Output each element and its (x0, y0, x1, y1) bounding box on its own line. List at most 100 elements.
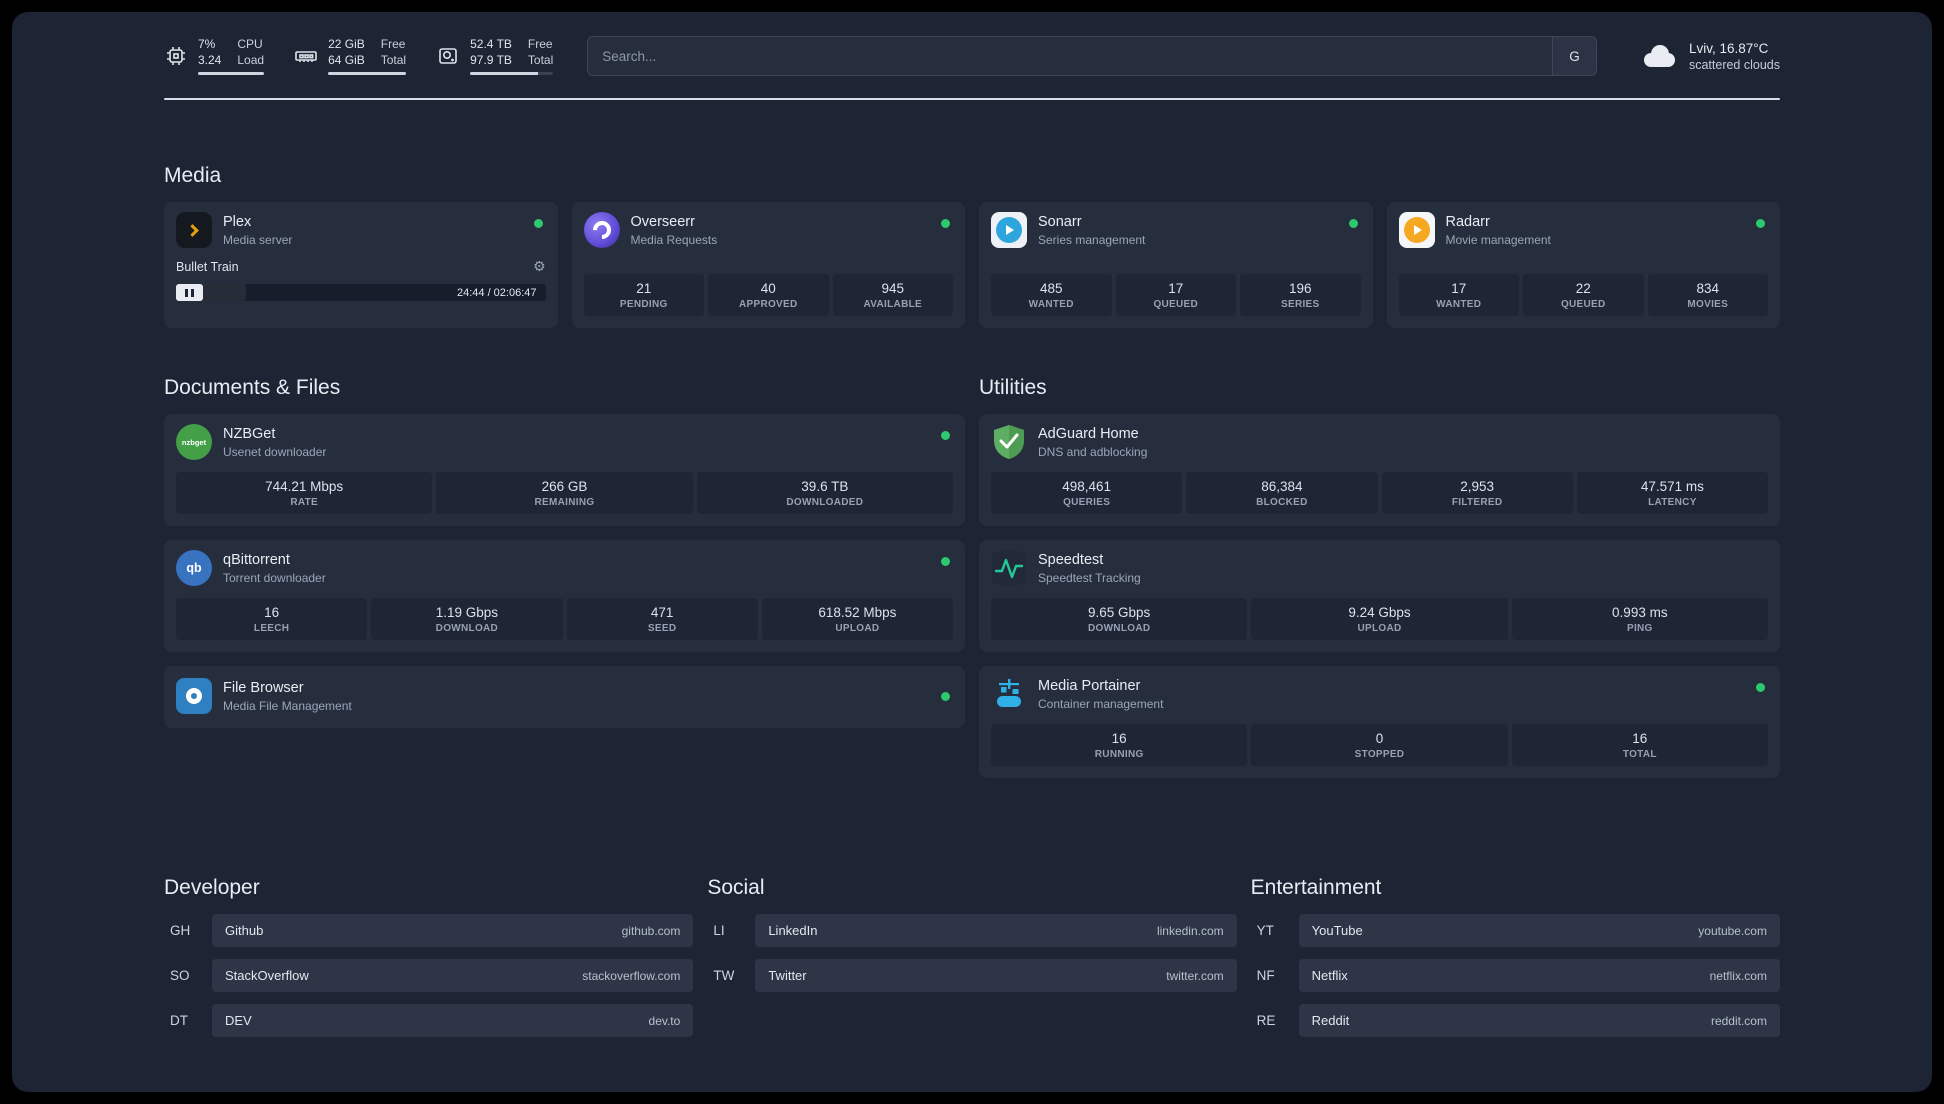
bookmark-url: stackoverflow.com (582, 968, 681, 983)
sonarr-icon (991, 212, 1027, 248)
weather-widget: Lviv, 16.87°C scattered clouds (1639, 40, 1780, 72)
filebrowser-icon (176, 678, 212, 714)
bookmark-abbr: GH (170, 923, 191, 938)
memory-usage-bar (328, 72, 407, 76)
stat-wanted: 17 WANTED (1398, 274, 1519, 316)
bookmark-url: youtube.com (1698, 923, 1767, 938)
bookmark-twitter[interactable]: TW Twitter twitter.com (707, 959, 1237, 992)
service-name: Overseerr (630, 213, 695, 230)
bookmark-url: dev.to (648, 1013, 681, 1028)
stat-leech: 16 LEECH (176, 598, 368, 640)
status-dot (1756, 683, 1765, 692)
stat-wanted: 485 WANTED (991, 274, 1112, 316)
service-name: qBittorrent (223, 551, 290, 568)
service-name: AdGuard Home (1038, 425, 1139, 442)
bookmark-url: netflix.com (1709, 968, 1767, 983)
bookmark-linkedin[interactable]: LI LinkedIn linkedin.com (707, 914, 1237, 947)
cpu-usage-bar (198, 72, 265, 76)
stat-queries: 498,461 QUERIES (991, 472, 1183, 514)
search-bar: G (587, 36, 1597, 76)
stat-download: 9.65 Gbps DOWNLOAD (991, 598, 1248, 640)
service-card-speedtest[interactable]: Speedtest Speedtest Tracking 9.65 Gbps D… (979, 540, 1780, 652)
pause-button[interactable] (176, 284, 203, 301)
bookmark-name: Twitter (768, 968, 807, 983)
adguard-shield-icon (991, 424, 1027, 460)
cpu-load-label: Load (237, 52, 265, 67)
stat-movies: 834 MOVIES (1647, 274, 1768, 316)
service-card-filebrowser[interactable]: File Browser Media File Management (164, 666, 965, 728)
disk-total-label: Total (527, 52, 554, 67)
bookmark-group-entertainment: Entertainment YT YouTube youtube.com NF … (1251, 876, 1780, 1049)
playback-progress-bar[interactable]: 24:44 / 02:06:47 (176, 284, 546, 301)
bookmark-abbr: YT (1256, 923, 1274, 938)
service-desc: Container management (1038, 696, 1164, 711)
bookmark-reddit[interactable]: RE Reddit reddit.com (1251, 1004, 1780, 1037)
status-dot (941, 431, 950, 440)
disk-free-value: 52.4 TB (470, 36, 512, 51)
bookmark-group-developer: Developer GH Github github.com SO StackO… (164, 876, 694, 1049)
memory-free-label: Free (380, 36, 406, 51)
header-divider (164, 98, 1780, 100)
section-documents-files: Documents & Files nzbget NZBGet Usenet d… (164, 376, 965, 792)
bookmark-youtube[interactable]: YT YouTube youtube.com (1251, 914, 1780, 947)
service-card-nzbget[interactable]: nzbget NZBGet Usenet downloader 744.21 M… (164, 414, 965, 526)
memory-ram-icon (295, 51, 317, 62)
service-desc: DNS and adblocking (1038, 444, 1148, 459)
weather-location: Lviv, 16.87°C (1688, 40, 1769, 56)
stat-seed: 471 SEED (566, 598, 758, 640)
stat-latency: 47.571 ms LATENCY (1576, 472, 1768, 514)
bookmark-group-social: Social LI LinkedIn linkedin.com TW Twitt… (707, 876, 1237, 1049)
stat-stopped: 0 STOPPED (1251, 724, 1508, 766)
nzbget-icon: nzbget (176, 424, 212, 460)
disk-free-label: Free (527, 36, 553, 51)
stat-queued: 17 QUEUED (1115, 274, 1236, 316)
service-desc: Media Requests (630, 232, 718, 247)
service-card-adguard-home[interactable]: AdGuard Home DNS and adblocking 498,461 … (979, 414, 1780, 526)
section-title-documents: Documents & Files (164, 376, 341, 399)
memory-free-value: 22 GiB (328, 36, 365, 51)
status-dot (941, 219, 950, 228)
service-name: Media Portainer (1038, 677, 1141, 694)
service-desc: Movie management (1445, 232, 1551, 247)
section-media: Media Plex Media server Bullet Train ⚙ 2… (164, 164, 1780, 328)
stat-downloaded: 39.6 TB DOWNLOADED (696, 472, 953, 514)
bookmark-github[interactable]: GH Github github.com (164, 914, 694, 947)
stat-upload: 9.24 Gbps UPLOAD (1251, 598, 1508, 640)
service-desc: Usenet downloader (223, 444, 327, 459)
stat-ping: 0.993 ms PING (1511, 598, 1768, 640)
status-dot (1348, 219, 1358, 228)
disk-widget: 52.4 TB 97.9 TB Free Total (436, 36, 554, 76)
search-input[interactable] (588, 37, 1552, 75)
service-card-plex[interactable]: Plex Media server Bullet Train ⚙ 24:44 /… (164, 202, 558, 328)
service-card-radarr[interactable]: Radarr Movie management 17 WANTED 22 QUE… (1386, 202, 1780, 328)
plex-icon (176, 212, 212, 248)
service-card-qbittorrent[interactable]: qb qBittorrent Torrent downloader 16 LEE… (164, 540, 965, 652)
bookmark-group-title: Developer (164, 876, 260, 899)
bookmark-abbr: NF (1256, 968, 1275, 983)
settings-gear-icon[interactable]: ⚙ (533, 258, 546, 275)
cpu-load-value: 3.24 (198, 52, 222, 67)
status-dot (533, 219, 543, 228)
service-desc: Media server (223, 232, 293, 247)
service-desc: Speedtest Tracking (1038, 570, 1141, 585)
stat-remaining: 266 GB REMAINING (436, 472, 693, 514)
service-card-sonarr[interactable]: Sonarr Series management 485 WANTED 17 Q… (979, 202, 1373, 328)
stat-download: 1.19 Gbps DOWNLOAD (371, 598, 563, 640)
bookmark-netflix[interactable]: NF Netflix netflix.com (1251, 959, 1780, 992)
memory-total-value: 64 GiB (328, 52, 365, 67)
service-card-overseerr[interactable]: Overseerr Media Requests 21 PENDING 40 A… (571, 202, 965, 328)
status-dot (941, 557, 950, 566)
service-card-portainer[interactable]: Media Portainer Container management 16 … (979, 666, 1780, 778)
service-name: Radarr (1445, 213, 1490, 230)
cpu-label: CPU (237, 36, 263, 51)
stat-upload: 618.52 Mbps UPLOAD (761, 598, 953, 640)
plex-now-playing: Bullet Train ⚙ 24:44 / 02:06:47 (176, 258, 546, 301)
section-utilities: Utilities AdGuard Home DNS and adblockin… (979, 376, 1780, 792)
dashboard: 7% 3.24 CPU Load 22 GiB 64 GiB Free Tota… (12, 12, 1932, 1092)
bookmark-abbr: DT (170, 1013, 188, 1028)
bookmark-url: github.com (621, 923, 681, 938)
stat-available: 945 AVAILABLE (832, 274, 953, 316)
search-provider-button[interactable]: G (1551, 37, 1596, 75)
bookmark-stackoverflow[interactable]: SO StackOverflow stackoverflow.com (164, 959, 694, 992)
bookmark-dev[interactable]: DT DEV dev.to (164, 1004, 694, 1037)
